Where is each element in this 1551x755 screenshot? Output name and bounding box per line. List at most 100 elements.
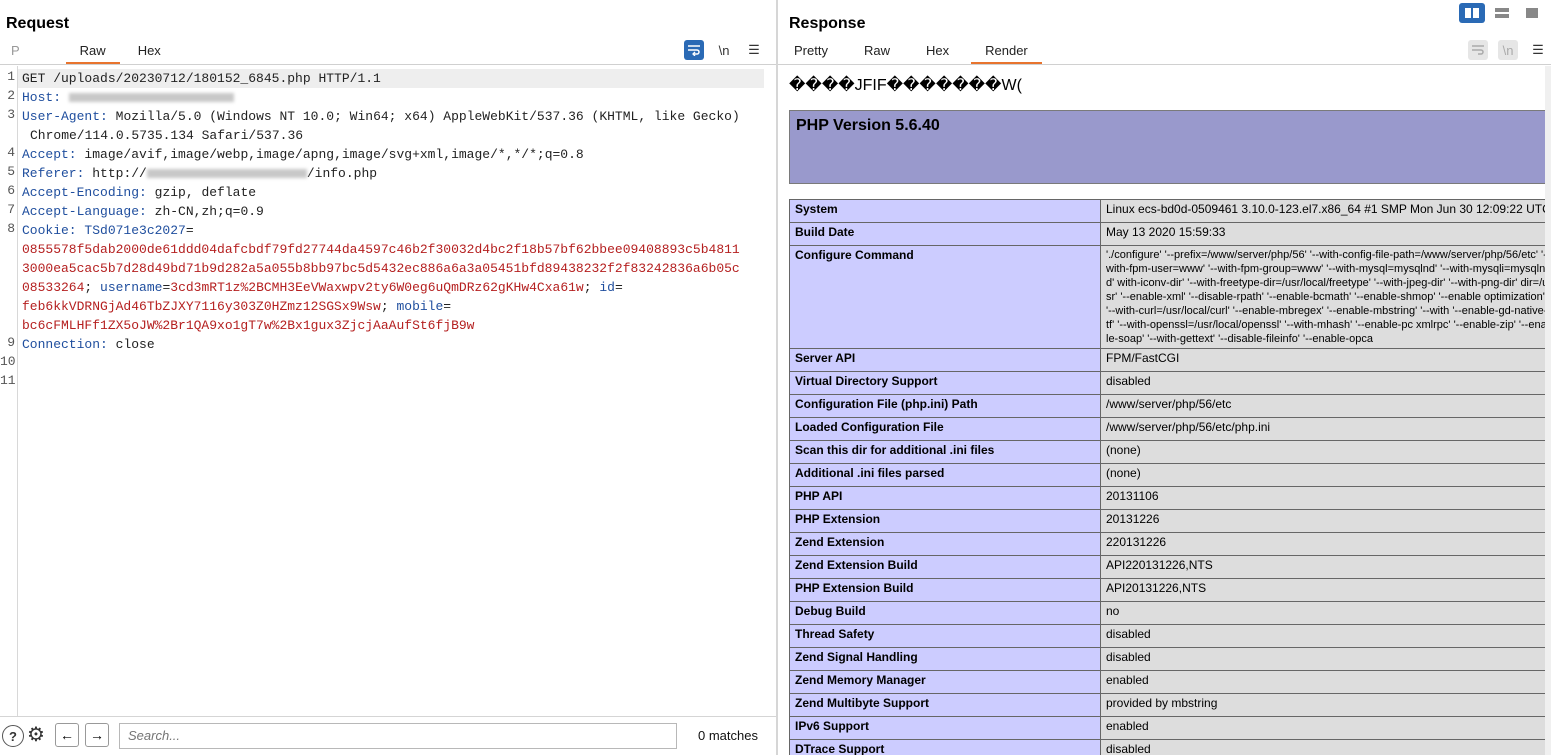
- tab-hex[interactable]: Hex: [124, 42, 175, 64]
- phpinfo-key: Debug Build: [789, 601, 1101, 625]
- line-number: 8: [7, 221, 15, 236]
- wrap-icon[interactable]: [684, 40, 704, 60]
- phpinfo-row: Additional .ini files parsed (none): [789, 463, 1545, 487]
- header-connection: Connection: close: [22, 335, 155, 354]
- phpinfo-row: Server API FPM/FastCGI: [789, 348, 1545, 372]
- phpinfo-value: /www/server/php/56/etc/php.ini: [1100, 417, 1545, 441]
- phpinfo-value: (none): [1100, 463, 1545, 487]
- response-title: Response: [789, 15, 866, 32]
- phpinfo-value: API20131226,NTS: [1100, 578, 1545, 602]
- cookie-value: 3000ea5cac5b7d28d49bd71b9d282a5a055b8bb9…: [22, 261, 740, 276]
- cookie-value-line: bc6cFMLHFf1ZX5oJW%2Br1QA9xo1gT7w%2Bx1gux…: [22, 316, 474, 335]
- cookie-name: username: [100, 280, 163, 295]
- header-value: gzip, deflate: [154, 185, 257, 200]
- help-icon[interactable]: ?: [2, 725, 24, 747]
- header-key: User-Agent:: [22, 109, 108, 124]
- cookie-value-line: feb6kkVDRNGjAd46TbZJXY7116y303Z0HZmz12SG…: [22, 299, 452, 314]
- phpinfo-value: enabled: [1100, 670, 1545, 694]
- phpinfo-row: DTrace Support disabled: [789, 739, 1545, 755]
- header-key: Accept-Encoding:: [22, 185, 147, 200]
- phpinfo-row: PHP API 20131106: [789, 486, 1545, 510]
- header-value: image/avif,image/webp,image/apng,image/s…: [84, 147, 584, 162]
- phpinfo-key: Loaded Configuration File: [789, 417, 1101, 441]
- header-value: /info.php: [306, 166, 378, 181]
- line-number: 2: [7, 88, 15, 103]
- header-key: Accept-Language:: [22, 204, 147, 219]
- tab-hex[interactable]: Hex: [912, 42, 963, 64]
- phpinfo-value: Linux ecs-bd0d-0509461 3.10.0-123.el7.x8…: [1100, 199, 1545, 223]
- single-view-icon[interactable]: [1519, 3, 1545, 23]
- split-view-horizontal-icon[interactable]: [1459, 3, 1485, 23]
- header-accept-encoding: Accept-Encoding: gzip, deflate: [22, 183, 256, 202]
- phpinfo-key: Zend Signal Handling: [789, 647, 1101, 671]
- request-tabs: P Raw Hex: [0, 42, 175, 64]
- header-user-agent-continued: Chrome/114.0.5735.134 Safari/537.36: [30, 126, 303, 145]
- tab-pretty[interactable]: Pretty: [780, 42, 842, 64]
- request-editor[interactable]: 1 2 3 4 5 6 7 8 9 10 11 GET /uploads/202…: [0, 66, 776, 716]
- phpinfo-row: IPv6 Support enabled: [789, 716, 1545, 740]
- cookie-value: 08533264: [22, 280, 85, 295]
- phpinfo-key: Scan this dir for additional .ini files: [789, 440, 1101, 464]
- phpinfo-row: Configure Command './configure' '--prefix…: [789, 245, 1545, 349]
- phpinfo-row: Zend Signal Handling disabled: [789, 647, 1545, 671]
- render-view: ����JFIF�������W( PHP Version 5.6.40 Sys…: [778, 66, 1545, 755]
- cookie-name: id: [599, 280, 615, 295]
- phpinfo-value: './configure' '--prefix=/www/server/php/…: [1100, 245, 1545, 349]
- line-gutter: 1 2 3 4 5 6 7 8 9 10 11: [0, 66, 18, 716]
- phpinfo-row: Zend Memory Manager enabled: [789, 670, 1545, 694]
- gear-icon[interactable]: ⚙: [26, 724, 46, 746]
- cookie-name: mobile: [396, 299, 444, 314]
- vertical-scrollbar[interactable]: [1545, 66, 1551, 755]
- phpinfo-value: disabled: [1100, 739, 1545, 755]
- newline-toggle[interactable]: \n: [714, 40, 734, 60]
- menu-icon[interactable]: ☰: [744, 40, 764, 60]
- menu-icon[interactable]: ☰: [1528, 40, 1548, 60]
- phpinfo-key: Zend Extension Build: [789, 555, 1101, 579]
- phpinfo-row: Build Date May 13 2020 15:59:33: [789, 222, 1545, 246]
- cookie-value: bc6cFMLHFf1ZX5oJW%2Br1QA9xo1gT7w%2Bx1gux…: [22, 318, 475, 333]
- phpinfo-table: System Linux ecs-bd0d-0509461 3.10.0-123.…: [789, 199, 1545, 755]
- request-header-divider: [0, 64, 776, 65]
- phpinfo-value: 220131226: [1100, 532, 1545, 556]
- response-tabs: Pretty Raw Hex Render: [780, 42, 1042, 64]
- response-header-divider: [778, 64, 1551, 65]
- header-key: Host:: [22, 90, 62, 105]
- header-value: http://: [92, 166, 147, 181]
- next-match-button[interactable]: →: [85, 723, 109, 747]
- phpinfo-key: System: [789, 199, 1101, 223]
- phpinfo-row: Virtual Directory Support disabled: [789, 371, 1545, 395]
- phpinfo-key: PHP Extension Build: [789, 578, 1101, 602]
- phpinfo-row: Thread Safety disabled: [789, 624, 1545, 648]
- phpinfo-key: Zend Memory Manager: [789, 670, 1101, 694]
- search-box: [119, 723, 677, 749]
- search-bar: ? ⚙ ← → 0 matches: [0, 716, 776, 755]
- phpinfo-key: Server API: [789, 348, 1101, 372]
- cookie-value-line: 3000ea5cac5b7d28d49bd71b9d282a5a055b8bb9…: [22, 259, 740, 278]
- tab-render[interactable]: Render: [971, 42, 1042, 64]
- cookie-value-line: 0855578f5dab2000de61ddd04dafcbdf79fd2774…: [22, 240, 740, 259]
- header-value: Chrome/114.0.5735.134 Safari/537.36: [30, 128, 304, 143]
- phpinfo-row: Scan this dir for additional .ini files(…: [789, 440, 1545, 464]
- match-count: 0 matches: [698, 728, 758, 743]
- search-input[interactable]: [120, 724, 676, 746]
- tab-pretty-truncated[interactable]: P: [0, 42, 30, 64]
- phpinfo-value: disabled: [1100, 371, 1545, 395]
- cookie-value: feb6kkVDRNGjAd46TbZJXY7116y303Z0HZmz12SG…: [22, 299, 381, 314]
- tab-raw[interactable]: Raw: [65, 42, 120, 64]
- wrap-icon[interactable]: [1468, 40, 1488, 60]
- line-number: 4: [7, 145, 15, 160]
- split-view-vertical-icon[interactable]: [1489, 3, 1515, 23]
- line-number: 11: [0, 373, 16, 388]
- tab-raw[interactable]: Raw: [850, 42, 904, 64]
- phpinfo-value: /www/server/php/56/etc: [1100, 394, 1545, 418]
- line-number: 10: [0, 354, 16, 369]
- header-cookie: Cookie: TSd071e3c2027=: [22, 223, 194, 238]
- newline-toggle[interactable]: \n: [1498, 40, 1518, 60]
- previous-match-button[interactable]: ←: [55, 723, 79, 747]
- phpinfo-key: Zend Multibyte Support: [789, 693, 1101, 717]
- line-number: 5: [7, 164, 15, 179]
- line-number: 1: [7, 69, 15, 84]
- cookie-name: TSd071e3c2027: [84, 223, 186, 238]
- phpinfo-row: PHP Extension Build API20131226,NTS: [789, 578, 1545, 602]
- phpinfo-value: disabled: [1100, 647, 1545, 671]
